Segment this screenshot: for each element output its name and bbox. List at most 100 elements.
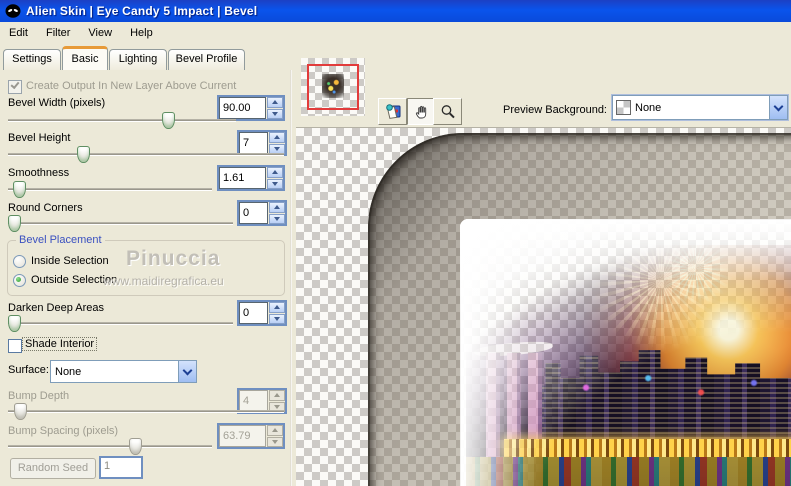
round-corners-value[interactable]: 0 — [239, 202, 268, 224]
window-title: Alien Skin | Eye Candy 5 Impact | Bevel — [26, 4, 258, 18]
bevel-height-slider[interactable] — [8, 153, 284, 156]
bevel-height-spin-up[interactable] — [269, 132, 285, 143]
inside-selection-label[interactable]: Inside Selection — [31, 255, 109, 267]
radio-dot-icon — [16, 277, 21, 282]
round-corners-slider-thumb[interactable] — [8, 215, 21, 232]
tab-lighting[interactable]: Lighting — [109, 49, 167, 70]
triangle-down-icon — [272, 181, 278, 186]
darken-deep-areas-slider-thumb[interactable] — [8, 315, 21, 332]
surface-combo-button[interactable] — [178, 361, 196, 382]
triangle-down-icon — [274, 146, 280, 151]
darken-deep-areas-spinbox: 0 — [237, 300, 287, 326]
bump-spacing-spinbox: 63.79 — [217, 423, 285, 449]
bevel-width-value[interactable]: 90.00 — [219, 97, 266, 119]
bump-spacing-spin-down — [267, 436, 283, 447]
preview-background-label: Preview Background: — [503, 104, 607, 116]
bump-spacing-value: 63.79 — [219, 425, 266, 447]
triangle-up-icon — [274, 135, 280, 140]
bevel-width-slider-thumb[interactable] — [162, 112, 175, 129]
shade-interior-checkbox[interactable] — [8, 339, 22, 353]
outside-selection-radio[interactable] — [13, 274, 26, 287]
tab-bevel-profile[interactable]: Bevel Profile — [168, 49, 245, 70]
plugin-window: Alien Skin | Eye Candy 5 Impact | Bevel … — [0, 0, 791, 486]
bump-depth-spin-up — [269, 390, 285, 401]
triangle-down-icon — [274, 316, 280, 321]
round-corners-spinbox: 0 — [237, 200, 287, 226]
menu-filter[interactable]: Filter — [37, 24, 79, 42]
darken-deep-areas-value[interactable]: 0 — [239, 302, 268, 324]
triangle-down-icon — [272, 439, 278, 444]
surface-label: Surface: — [8, 364, 49, 376]
triangle-down-icon — [274, 216, 280, 221]
triangle-up-icon — [274, 305, 280, 310]
compare-original-button[interactable] — [378, 98, 407, 125]
tab-settings[interactable]: Settings — [3, 49, 61, 70]
alien-head-icon — [5, 3, 21, 18]
triangle-down-icon — [272, 111, 278, 116]
bump-depth-slider-thumb — [14, 403, 27, 420]
triangle-up-icon — [274, 205, 280, 210]
menu-view[interactable]: View — [79, 24, 121, 42]
bevel-placement-caption: Bevel Placement — [16, 234, 105, 246]
darken-spin-up[interactable] — [269, 302, 285, 313]
title-bar[interactable]: Alien Skin | Eye Candy 5 Impact | Bevel — [0, 0, 791, 22]
triangle-up-icon — [272, 100, 278, 105]
darken-spin-down[interactable] — [269, 313, 285, 324]
tab-basic[interactable]: Basic — [62, 46, 108, 70]
round-corners-label: Round Corners — [8, 202, 83, 214]
transparency-checker-icon — [616, 100, 631, 115]
triangle-up-icon — [274, 393, 280, 398]
bump-depth-value: 4 — [239, 390, 268, 412]
round-corners-spin-down[interactable] — [269, 213, 285, 224]
bevel-height-slider-thumb[interactable] — [77, 146, 90, 163]
triangle-up-icon — [272, 428, 278, 433]
compare-original-icon — [385, 104, 400, 119]
random-seed-button: Random Seed — [10, 458, 96, 479]
inside-selection-radio[interactable] — [13, 255, 26, 268]
bevel-width-spin-down[interactable] — [267, 108, 283, 119]
preview-background-combo[interactable]: None — [611, 94, 789, 121]
bevel-width-slider[interactable] — [8, 119, 236, 122]
round-corners-spin-up[interactable] — [269, 202, 285, 213]
smoothness-slider-thumb[interactable] — [13, 181, 26, 198]
magnifier-icon — [441, 104, 455, 118]
round-corners-slider[interactable] — [8, 222, 233, 225]
bump-spacing-slider — [8, 445, 212, 448]
random-seed-value: 1 — [104, 460, 111, 472]
menu-help[interactable]: Help — [121, 24, 162, 42]
bump-depth-label: Bump Depth — [8, 390, 70, 402]
preview-background-value: None — [635, 101, 662, 114]
bump-spacing-slider-thumb — [129, 438, 142, 455]
hand-icon — [415, 105, 426, 118]
darken-deep-areas-slider[interactable] — [8, 322, 233, 325]
navigator-thumbnail[interactable] — [301, 58, 365, 116]
shade-interior-label[interactable]: Shade Interior — [21, 337, 98, 351]
bevel-width-spin-up[interactable] — [267, 97, 283, 108]
smoothness-spin-down[interactable] — [267, 178, 283, 189]
triangle-down-icon — [274, 404, 280, 409]
preview-background-combo-button[interactable] — [769, 96, 787, 119]
surface-combo[interactable]: None — [50, 360, 197, 383]
watermark-url: www.maidiregrafica.eu — [103, 274, 224, 288]
create-output-checkbox[interactable] — [8, 79, 22, 94]
smoothness-spinbox: 1.61 — [217, 165, 285, 191]
menu-edit[interactable]: Edit — [0, 24, 37, 42]
bevel-highlight-haze — [460, 219, 791, 486]
checkmark-icon — [10, 79, 20, 90]
surface-combo-value: None — [55, 365, 82, 378]
smoothness-slider[interactable] — [8, 188, 212, 191]
smoothness-value[interactable]: 1.61 — [219, 167, 266, 189]
triangle-up-icon — [272, 170, 278, 175]
bump-spacing-spin-up — [267, 425, 283, 436]
bevel-height-value[interactable]: 7 — [239, 132, 268, 154]
preview-canvas[interactable] — [296, 127, 791, 486]
navigator-view-rect[interactable] — [307, 64, 359, 110]
smoothness-spin-up[interactable] — [267, 167, 283, 178]
bevel-height-label: Bevel Height — [8, 132, 71, 144]
zoom-tool-button[interactable] — [433, 98, 462, 125]
random-seed-field: 1 — [99, 456, 143, 479]
menu-bar: Edit Filter View Help — [0, 22, 791, 44]
pan-tool-button[interactable] — [407, 98, 436, 125]
darken-deep-areas-label: Darken Deep Areas — [8, 302, 104, 314]
chevron-down-icon — [182, 365, 193, 375]
